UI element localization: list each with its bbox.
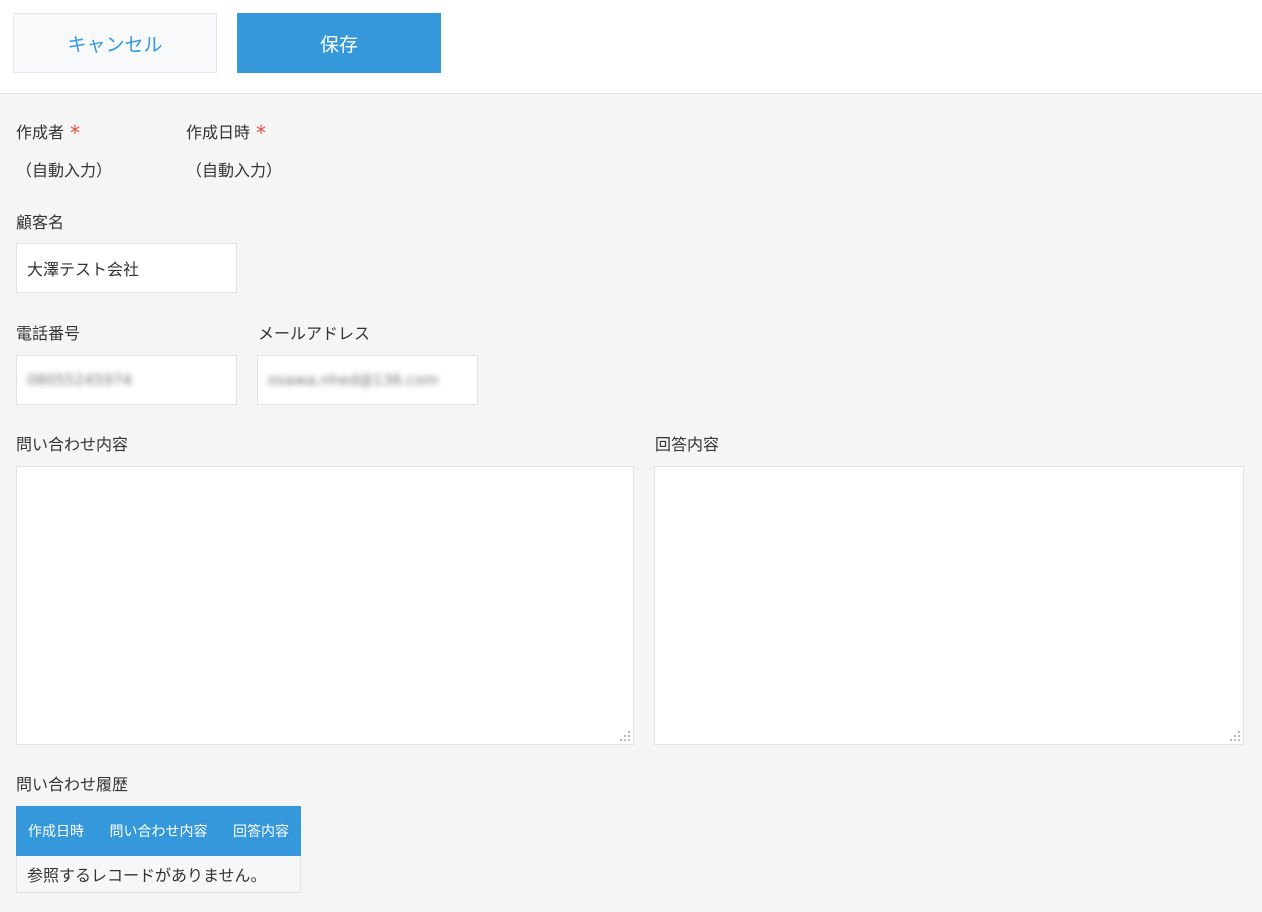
created-at-label: 作成日時 * <box>186 119 266 145</box>
phone-label: 電話番号 <box>16 324 81 343</box>
required-mark: * <box>70 121 81 145</box>
cancel-button[interactable]: キャンセル <box>13 13 217 73</box>
history-label: 問い合わせ履歴 <box>16 775 129 794</box>
history-table: 作成日時 問い合わせ内容 回答内容 参照するレコードがありません。 <box>16 806 301 893</box>
history-empty-message: 参照するレコードがありません。 <box>16 856 301 893</box>
save-button[interactable]: 保存 <box>237 13 441 73</box>
created-at-label-text: 作成日時 <box>186 123 251 142</box>
created-at-value: （自動入力） <box>186 161 283 180</box>
email-value: osawa.nhed@136.com <box>268 371 439 389</box>
toolbar: キャンセル 保存 <box>0 0 1262 94</box>
phone-value: 08055245974 <box>27 371 132 389</box>
resize-grip-icon[interactable] <box>619 730 631 742</box>
phone-input[interactable]: 08055245974 <box>16 355 237 405</box>
creator-label-text: 作成者 <box>16 123 65 142</box>
history-col-inquiry: 問い合わせ内容 <box>109 824 208 840</box>
creator-label: 作成者 * <box>16 119 80 145</box>
answer-textarea[interactable] <box>654 466 1244 745</box>
history-table-header: 作成日時 問い合わせ内容 回答内容 <box>16 806 301 856</box>
history-col-answer: 回答内容 <box>233 824 289 840</box>
creator-value: （自動入力） <box>16 161 113 180</box>
inquiry-label: 問い合わせ内容 <box>16 435 129 454</box>
customer-name-input[interactable]: 大澤テスト会社 <box>16 243 237 293</box>
customer-name-label: 顧客名 <box>16 213 65 232</box>
email-input[interactable]: osawa.nhed@136.com <box>257 355 478 405</box>
history-col-created-at: 作成日時 <box>28 824 84 840</box>
inquiry-textarea[interactable] <box>16 466 634 745</box>
answer-label: 回答内容 <box>655 435 720 454</box>
required-mark: * <box>256 121 267 145</box>
email-label: メールアドレス <box>258 324 371 343</box>
resize-grip-icon[interactable] <box>1229 730 1241 742</box>
